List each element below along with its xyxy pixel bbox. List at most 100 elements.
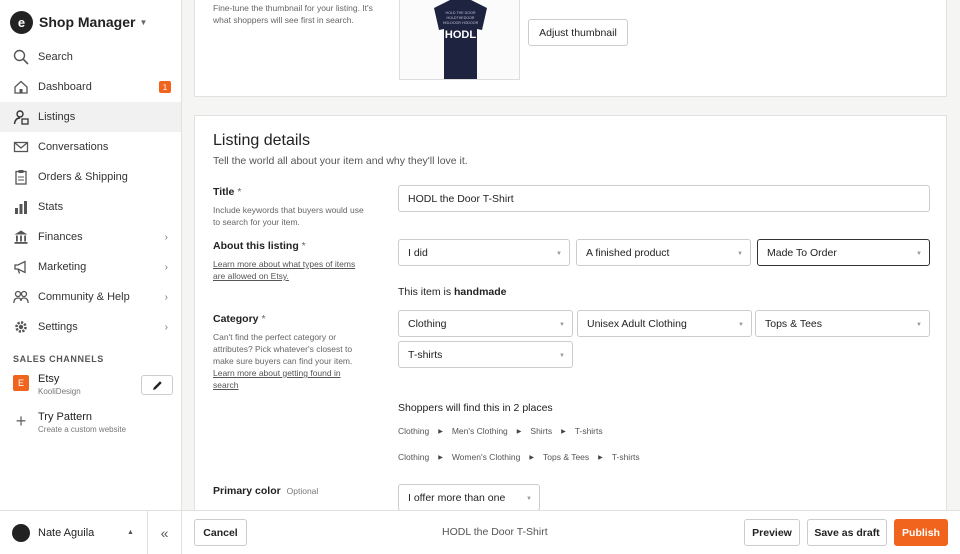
thumbnail-image: HOLD THE DOOR HOLDTHEDOOR HOLDOOR HODOOR… [399,0,520,80]
triangle-right-icon: ▶ [529,454,534,461]
category-select-2[interactable]: Unisex Adult Clothing ▼ [577,310,752,337]
avatar[interactable] [12,524,30,542]
sidebar-item-conversations[interactable]: Conversations [0,132,181,162]
select-value: Made To Order [767,246,837,259]
mail-icon [13,139,29,155]
caret-down-icon: ▼ [559,322,565,328]
megaphone-icon [13,259,29,275]
triangle-right-icon: ▶ [561,428,566,435]
chevron-right-icon: › [164,231,168,243]
action-bar: Cancel HODL the Door T-Shirt Preview Sav… [182,510,960,554]
when-made-select[interactable]: Made To Order ▼ [757,239,930,266]
sidebar-item-listings[interactable]: Listings [0,102,181,132]
chevron-right-icon: › [164,261,168,273]
svg-text:HOLDOOR HODOOR: HOLDOOR HODOOR [443,21,479,25]
etsy-channel-icon: E [13,375,29,391]
caret-down-icon: ▼ [139,17,148,27]
triangle-right-icon: ▶ [598,454,603,461]
required-marker: * [261,313,266,325]
publish-button[interactable]: Publish [894,519,948,546]
channel-try-pattern[interactable]: + Try Pattern Create a custom website [13,410,178,435]
caret-down-icon: ▼ [916,322,922,328]
select-value: I offer more than one [408,491,506,504]
sidebar-item-label: Orders & Shipping [38,171,128,183]
caret-up-icon[interactable]: ▲ [127,529,134,536]
triangle-right-icon: ▶ [438,454,443,461]
thumbnail-card: Fine-tune the thumbnail for your listing… [194,0,947,97]
what-is-it-select[interactable]: A finished product ▼ [576,239,751,266]
sidebar-item-label: Finances [38,231,83,243]
handmade-status: This item is handmade [398,286,507,298]
breadcrumb-item: Clothing [398,426,430,436]
preview-button[interactable]: Preview [744,519,800,546]
triangle-right-icon: ▶ [516,428,522,435]
edit-channel-button[interactable] [141,375,173,395]
category-help: Can't find the perfect category or attri… [213,331,368,391]
category-select-3[interactable]: Tops & Tees ▼ [755,310,930,337]
sidebar-item-label: Dashboard [38,81,92,93]
sidebar-item-label: Stats [38,201,64,213]
caret-down-icon: ▼ [559,353,565,359]
breadcrumb-item: T-shirts [611,452,640,462]
sidebar-item-marketing[interactable]: Marketing › [0,252,181,282]
user-bar: Nate Aguila ▲ « [0,510,181,554]
listings-icon [13,109,29,125]
caret-down-icon: ▼ [737,251,743,257]
who-made-select[interactable]: I did ▼ [398,239,570,266]
etsy-logo-icon: e [10,10,33,34]
channel-description: Create a custom website [38,425,127,434]
sidebar-item-label: Community & Help [38,291,130,303]
getting-found-link[interactable]: Learn more about getting found in search [213,368,341,390]
shirt-print-text: HODL [445,29,476,41]
handmade-value: handmade [454,286,507,298]
bank-icon [13,229,29,245]
section-subtitle: Tell the world all about your item and w… [213,155,468,167]
category-label-text: Category [213,313,259,325]
adjust-thumbnail-button[interactable]: Adjust thumbnail [528,19,628,46]
optional-marker: Optional [286,486,319,496]
breadcrumb-item: T-shirts [574,426,603,436]
caret-down-icon: ▼ [556,251,562,257]
primary-color-select[interactable]: I offer more than one ▼ [398,484,540,511]
gear-icon [13,319,29,335]
sidebar-item-orders-shipping[interactable]: Orders & Shipping [0,162,181,192]
primary-color-label-text: Primary color [213,485,281,497]
collapse-sidebar-button[interactable]: « [147,511,181,554]
select-value: A finished product [586,246,670,259]
about-listing-label: About this listing * [213,240,306,252]
chevron-right-icon: › [164,321,168,333]
breadcrumb-item: Men's Clothing [451,426,508,436]
title-input[interactable]: HODL the Door T-Shirt [398,185,930,212]
sidebar-item-settings[interactable]: Settings › [0,312,181,342]
tshirt-image: HOLD THE DOOR HOLDTHEDOOR HOLDOOR HODOOR… [400,0,519,79]
breadcrumb-item: Tops & Tees [543,452,590,462]
plus-icon: + [15,410,27,431]
sidebar-item-search[interactable]: Search [0,42,181,72]
save-draft-button[interactable]: Save as draft [807,519,887,546]
sidebar: e Shop Manager ▼ Search Dashboard 1 List… [0,0,182,554]
select-value: Clothing [408,317,447,330]
sidebar-item-finances[interactable]: Finances › [0,222,181,252]
sidebar-item-label: Marketing [38,261,87,273]
sidebar-item-label: Search [38,51,73,63]
cancel-button[interactable]: Cancel [194,519,247,546]
shop-manager-menu[interactable]: e Shop Manager ▼ [10,10,147,34]
category-path-1: Clothing ▶ Men's Clothing ▶ Shirts ▶ T-s… [398,426,603,436]
select-value: I did [408,246,428,259]
sidebar-item-community-help[interactable]: Community & Help › [0,282,181,312]
sidebar-item-label: Listings [38,111,76,123]
channel-name: Etsy [38,373,60,385]
user-name[interactable]: Nate Aguila [38,527,94,539]
primary-color-label: Primary color Optional [213,485,318,497]
category-select-4[interactable]: T-shirts ▼ [398,341,573,368]
channel-name: Try Pattern [38,411,92,423]
triangle-right-icon: ▶ [438,428,443,435]
select-value: Tops & Tees [765,317,823,330]
sidebar-item-dashboard[interactable]: Dashboard 1 [0,72,181,102]
allowed-items-link[interactable]: Learn more about what types of items are… [213,258,368,282]
sidebar-item-stats[interactable]: Stats [0,192,181,222]
category-select-1[interactable]: Clothing ▼ [398,310,573,337]
caret-down-icon: ▼ [526,496,532,502]
breadcrumb-item: Women's Clothing [451,452,521,462]
double-chevron-left-icon: « [160,525,169,541]
